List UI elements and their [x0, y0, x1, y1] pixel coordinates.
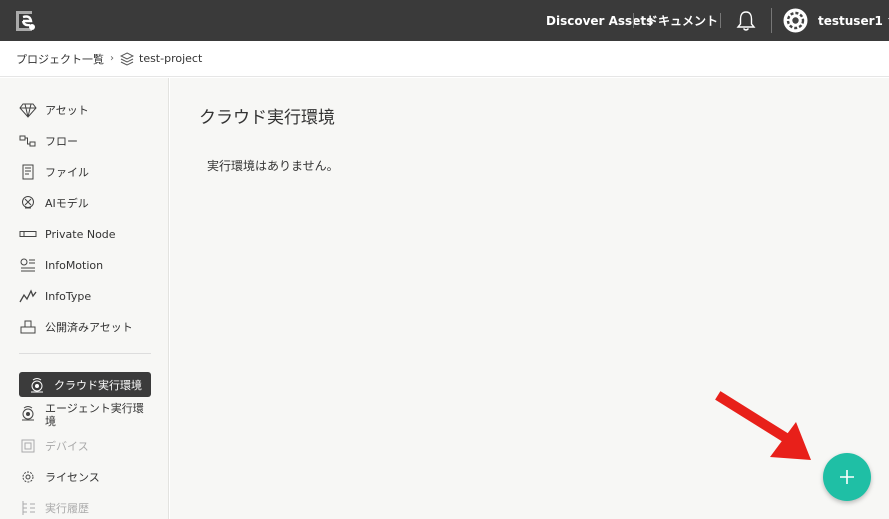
- page-title: クラウド実行環境: [199, 108, 335, 128]
- sidebar-item-published-assets[interactable]: 公開済みアセット: [19, 319, 151, 335]
- license-icon: [22, 471, 34, 483]
- file-icon: [22, 164, 34, 180]
- app-logo-icon[interactable]: [12, 9, 38, 33]
- sidebar: アセット フロー ファイル AIモデル Private Node InfoMot…: [0, 78, 169, 519]
- history-icon: [22, 501, 35, 515]
- sidebar-item-infotype[interactable]: InfoType: [19, 288, 151, 304]
- bell-icon[interactable]: [736, 10, 756, 32]
- sidebar-item-private-node[interactable]: Private Node: [19, 226, 151, 242]
- sidebar-item-ai-model[interactable]: AIモデル: [19, 195, 151, 211]
- sidebar-item-infomotion[interactable]: InfoMotion: [19, 257, 151, 273]
- diamond-icon: [19, 103, 37, 118]
- agent-env-icon: [22, 406, 34, 421]
- sidebar-item-license[interactable]: ライセンス: [19, 469, 151, 485]
- cloud-env-icon: [31, 377, 43, 392]
- sidebar-item-cloud-env[interactable]: クラウド実行環境: [19, 372, 151, 397]
- flow-icon: [19, 135, 36, 147]
- private-node-icon: [19, 231, 37, 237]
- breadcrumb-projects-link[interactable]: プロジェクト一覧: [16, 51, 104, 67]
- user-menu[interactable]: testuser1: [818, 0, 889, 41]
- username-label: testuser1: [818, 13, 883, 28]
- sidebar-item-flow[interactable]: フロー: [19, 133, 151, 149]
- avatar[interactable]: [783, 8, 808, 33]
- infotype-icon: [19, 289, 37, 303]
- sidebar-item-agent-env[interactable]: エージェント実行環境: [19, 402, 151, 428]
- breadcrumb-separator: ›: [110, 53, 114, 64]
- top-bar: Discover Assets ドキュメント testuser1: [0, 0, 889, 41]
- plus-icon: [840, 470, 854, 484]
- nav-separator: [720, 13, 721, 28]
- nav-separator: [633, 13, 634, 28]
- sidebar-divider: [19, 353, 151, 354]
- sidebar-item-files[interactable]: ファイル: [19, 164, 151, 180]
- documents-link[interactable]: ドキュメント: [646, 0, 718, 41]
- layers-icon: [120, 51, 134, 66]
- ai-model-icon: [22, 196, 34, 209]
- empty-state-message: 実行環境はありません。: [207, 159, 339, 173]
- sidebar-item-history: 実行履歴: [19, 500, 151, 516]
- breadcrumb: プロジェクト一覧 › test-project: [0, 41, 889, 77]
- device-icon: [21, 439, 35, 453]
- red-arrow-annotation: [715, 391, 811, 460]
- discover-assets-link[interactable]: Discover Assets: [546, 0, 653, 41]
- published-assets-icon: [20, 320, 36, 334]
- add-button[interactable]: [823, 453, 871, 501]
- infomotion-icon: [20, 258, 35, 272]
- breadcrumb-current-project: test-project: [139, 52, 203, 65]
- sidebar-item-assets[interactable]: アセット: [19, 102, 151, 118]
- nav-separator: [771, 8, 772, 33]
- sidebar-item-devices: デバイス: [19, 438, 151, 454]
